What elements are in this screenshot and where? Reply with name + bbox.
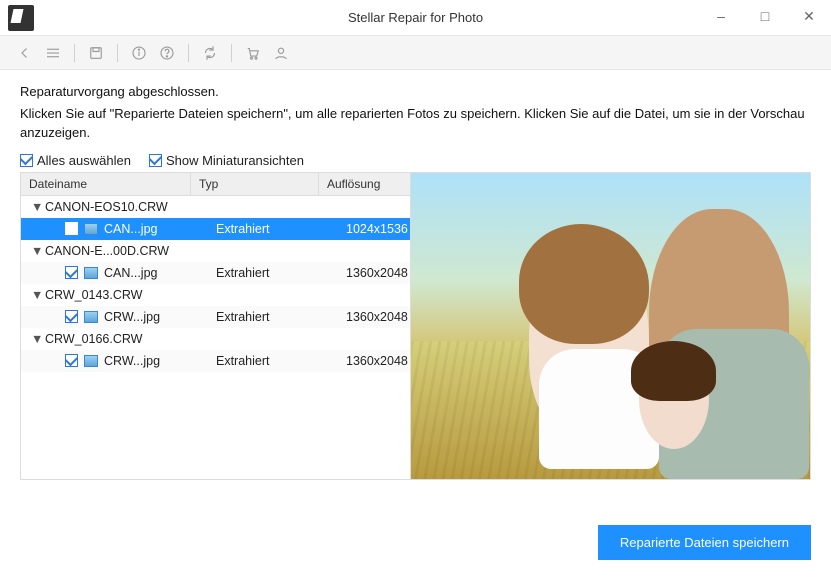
- file-resolution: 1360x2048: [346, 354, 410, 368]
- toolbar-separator: [231, 44, 232, 62]
- preview-image: [411, 173, 810, 479]
- toolbar-separator: [74, 44, 75, 62]
- file-type: Extrahiert: [216, 222, 346, 236]
- save-repaired-button[interactable]: Reparierte Dateien speichern: [598, 525, 811, 560]
- file-name: CRW...jpg: [104, 354, 216, 368]
- cart-icon[interactable]: [242, 42, 264, 64]
- group-label: CRW_0143.CRW: [45, 288, 143, 302]
- chevron-down-icon: ▼: [31, 200, 43, 214]
- minimize-button[interactable]: –: [699, 0, 743, 32]
- file-type: Extrahiert: [216, 266, 346, 280]
- tree-group[interactable]: ▼CRW_0166.CRW: [21, 328, 410, 350]
- chevron-down-icon: ▼: [31, 288, 43, 302]
- save-icon[interactable]: [85, 42, 107, 64]
- chevron-down-icon: ▼: [31, 244, 43, 258]
- toolbar-separator: [117, 44, 118, 62]
- tree-group[interactable]: ▼CRW_0143.CRW: [21, 284, 410, 306]
- file-resolution: 1024x1536: [346, 222, 410, 236]
- close-button[interactable]: ✕: [787, 0, 831, 32]
- user-icon[interactable]: [270, 42, 292, 64]
- image-file-icon: [84, 267, 98, 279]
- file-type: Extrahiert: [216, 310, 346, 324]
- menu-icon[interactable]: [42, 42, 64, 64]
- show-thumbnails-checkbox[interactable]: Show Miniaturansichten: [149, 153, 304, 168]
- col-filename[interactable]: Dateiname: [21, 173, 191, 195]
- checkbox-icon[interactable]: [65, 354, 78, 367]
- checkbox-icon[interactable]: [65, 266, 78, 279]
- file-name: CRW...jpg: [104, 310, 216, 324]
- group-label: CRW_0166.CRW: [45, 332, 143, 346]
- file-name: CAN...jpg: [104, 266, 216, 280]
- checkbox-icon: [20, 154, 33, 167]
- status-description: Klicken Sie auf "Reparierte Dateien spei…: [20, 105, 811, 143]
- window-title: Stellar Repair for Photo: [348, 10, 483, 25]
- app-logo: [8, 5, 34, 31]
- tree-item[interactable]: CRW...jpgExtrahiert1360x2048: [21, 350, 410, 372]
- tree-item[interactable]: CAN...jpgExtrahiert1360x2048: [21, 262, 410, 284]
- col-resolution[interactable]: Auflösung: [319, 173, 410, 195]
- select-all-checkbox[interactable]: Alles auswählen: [20, 153, 131, 168]
- file-type: Extrahiert: [216, 354, 346, 368]
- status-title: Reparaturvorgang abgeschlossen.: [20, 84, 811, 99]
- group-label: CANON-EOS10.CRW: [45, 200, 168, 214]
- refresh-icon[interactable]: [199, 42, 221, 64]
- select-all-label: Alles auswählen: [37, 153, 131, 168]
- tree-group[interactable]: ▼CANON-E...00D.CRW: [21, 240, 410, 262]
- column-headers: Dateiname Typ Auflösung: [21, 173, 410, 196]
- tree-group[interactable]: ▼CANON-EOS10.CRW: [21, 196, 410, 218]
- toolbar-separator: [188, 44, 189, 62]
- file-resolution: 1360x2048: [346, 310, 410, 324]
- group-label: CANON-E...00D.CRW: [45, 244, 169, 258]
- file-name: CAN...jpg: [104, 222, 216, 236]
- show-thumbnails-label: Show Miniaturansichten: [166, 153, 304, 168]
- chevron-down-icon: ▼: [31, 332, 43, 346]
- maximize-button[interactable]: □: [743, 0, 787, 32]
- checkbox-icon[interactable]: [65, 310, 78, 323]
- tree-item[interactable]: CAN...jpgExtrahiert1024x1536: [21, 218, 410, 240]
- image-file-icon: [84, 223, 98, 235]
- file-resolution: 1360x2048: [346, 266, 410, 280]
- checkbox-icon: [149, 154, 162, 167]
- col-type[interactable]: Typ: [191, 173, 319, 195]
- file-tree[interactable]: Dateiname Typ Auflösung ▼CANON-EOS10.CRW…: [21, 173, 411, 479]
- help-icon[interactable]: [156, 42, 178, 64]
- checkbox-icon[interactable]: [65, 222, 78, 235]
- back-icon[interactable]: [14, 42, 36, 64]
- info-icon[interactable]: [128, 42, 150, 64]
- tree-item[interactable]: CRW...jpgExtrahiert1360x2048: [21, 306, 410, 328]
- image-file-icon: [84, 311, 98, 323]
- image-file-icon: [84, 355, 98, 367]
